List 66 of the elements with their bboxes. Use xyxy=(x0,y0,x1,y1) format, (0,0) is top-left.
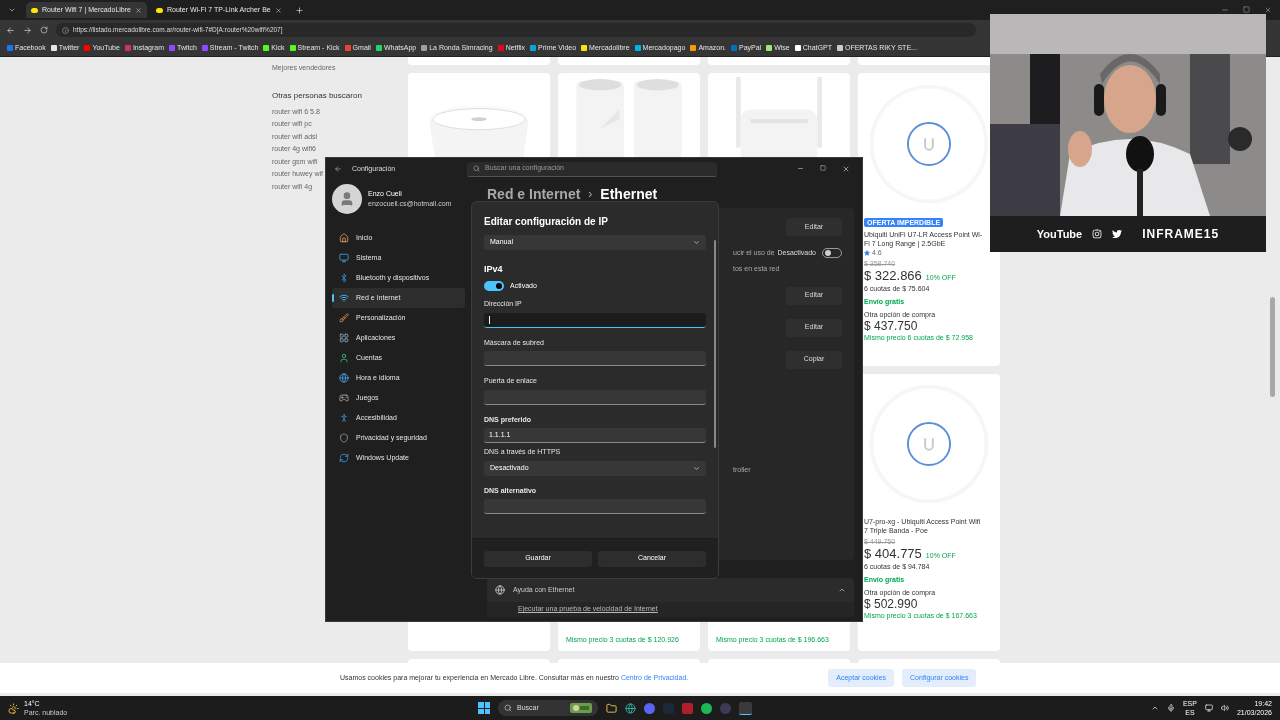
page-title: Ethernet xyxy=(600,184,658,204)
person-icon xyxy=(339,353,349,363)
shield-icon xyxy=(339,433,349,443)
favicon-icon xyxy=(31,7,38,13)
site-info-icon xyxy=(62,26,69,34)
price: $ 437.750 xyxy=(864,318,918,333)
breadcrumb-separator: › xyxy=(588,186,593,203)
back-icon[interactable] xyxy=(6,25,15,35)
price: $ 404.775 xyxy=(864,546,922,561)
star-icon xyxy=(864,249,870,256)
chevron-icon xyxy=(838,586,846,594)
maximize-icon[interactable] xyxy=(1243,6,1250,13)
favicon-icon xyxy=(155,7,163,13)
brush-icon xyxy=(339,313,349,323)
refresh-icon xyxy=(339,453,349,463)
scrollbar[interactable] xyxy=(714,240,716,448)
sidebar-heading: Otras personas buscaron xyxy=(272,89,362,102)
apps-icon xyxy=(339,333,349,343)
start-icon[interactable] xyxy=(478,702,490,714)
dialog-title: Editar configuración de IP xyxy=(484,215,609,229)
maximize-icon[interactable] xyxy=(820,165,826,171)
app-icon[interactable] xyxy=(682,702,693,714)
platform-text: YouTube xyxy=(1036,226,1083,242)
input-field[interactable] xyxy=(484,499,706,514)
search-icon xyxy=(473,165,480,172)
monitor-icon xyxy=(339,253,349,263)
input-field[interactable] xyxy=(484,312,706,328)
price: $ 502.990 xyxy=(864,596,918,611)
reload-icon[interactable] xyxy=(40,26,48,34)
tray-chevron-icon[interactable] xyxy=(1150,704,1159,712)
instagram-icon xyxy=(1092,229,1103,239)
microphone-icon[interactable] xyxy=(1166,704,1175,712)
bluetooth-icon xyxy=(339,273,349,283)
accessibility-icon xyxy=(339,413,349,423)
wifi-icon xyxy=(339,293,349,303)
chevron-icon xyxy=(693,239,700,246)
new-tab-icon[interactable] xyxy=(294,5,304,15)
monitor-icon[interactable] xyxy=(1204,704,1213,712)
price: $ 322.866 xyxy=(864,268,922,283)
close-icon[interactable] xyxy=(134,6,142,14)
channel-name: INFRAME15 xyxy=(1142,226,1220,243)
globe-icon xyxy=(339,373,349,383)
bird-icon xyxy=(1112,229,1123,239)
chevron-icon xyxy=(693,464,700,472)
back-icon[interactable] xyxy=(334,165,342,173)
person-icon xyxy=(339,191,355,207)
folder-icon[interactable] xyxy=(606,702,617,714)
breadcrumb-link[interactable]: Red e Internet xyxy=(487,183,581,205)
house-icon xyxy=(339,233,349,243)
search-icon xyxy=(504,704,512,712)
globe-icon xyxy=(495,585,505,595)
weather-icon[interactable] xyxy=(8,702,19,714)
browser-icon[interactable] xyxy=(625,702,636,714)
tab-list-icon[interactable] xyxy=(8,6,16,14)
gamepad-icon xyxy=(339,393,349,403)
close-icon[interactable] xyxy=(842,165,850,173)
close-icon[interactable] xyxy=(1264,6,1272,14)
section-heading: IPv4 xyxy=(484,263,504,276)
close-icon[interactable] xyxy=(274,6,282,14)
speaker-icon[interactable] xyxy=(1220,704,1229,712)
forward-icon[interactable] xyxy=(23,25,32,35)
toggle-switch[interactable] xyxy=(484,280,504,291)
scrollbar[interactable] xyxy=(1270,297,1275,397)
input-field[interactable] xyxy=(484,389,706,405)
input-field[interactable] xyxy=(484,351,706,366)
minimize-icon[interactable] xyxy=(797,165,804,172)
